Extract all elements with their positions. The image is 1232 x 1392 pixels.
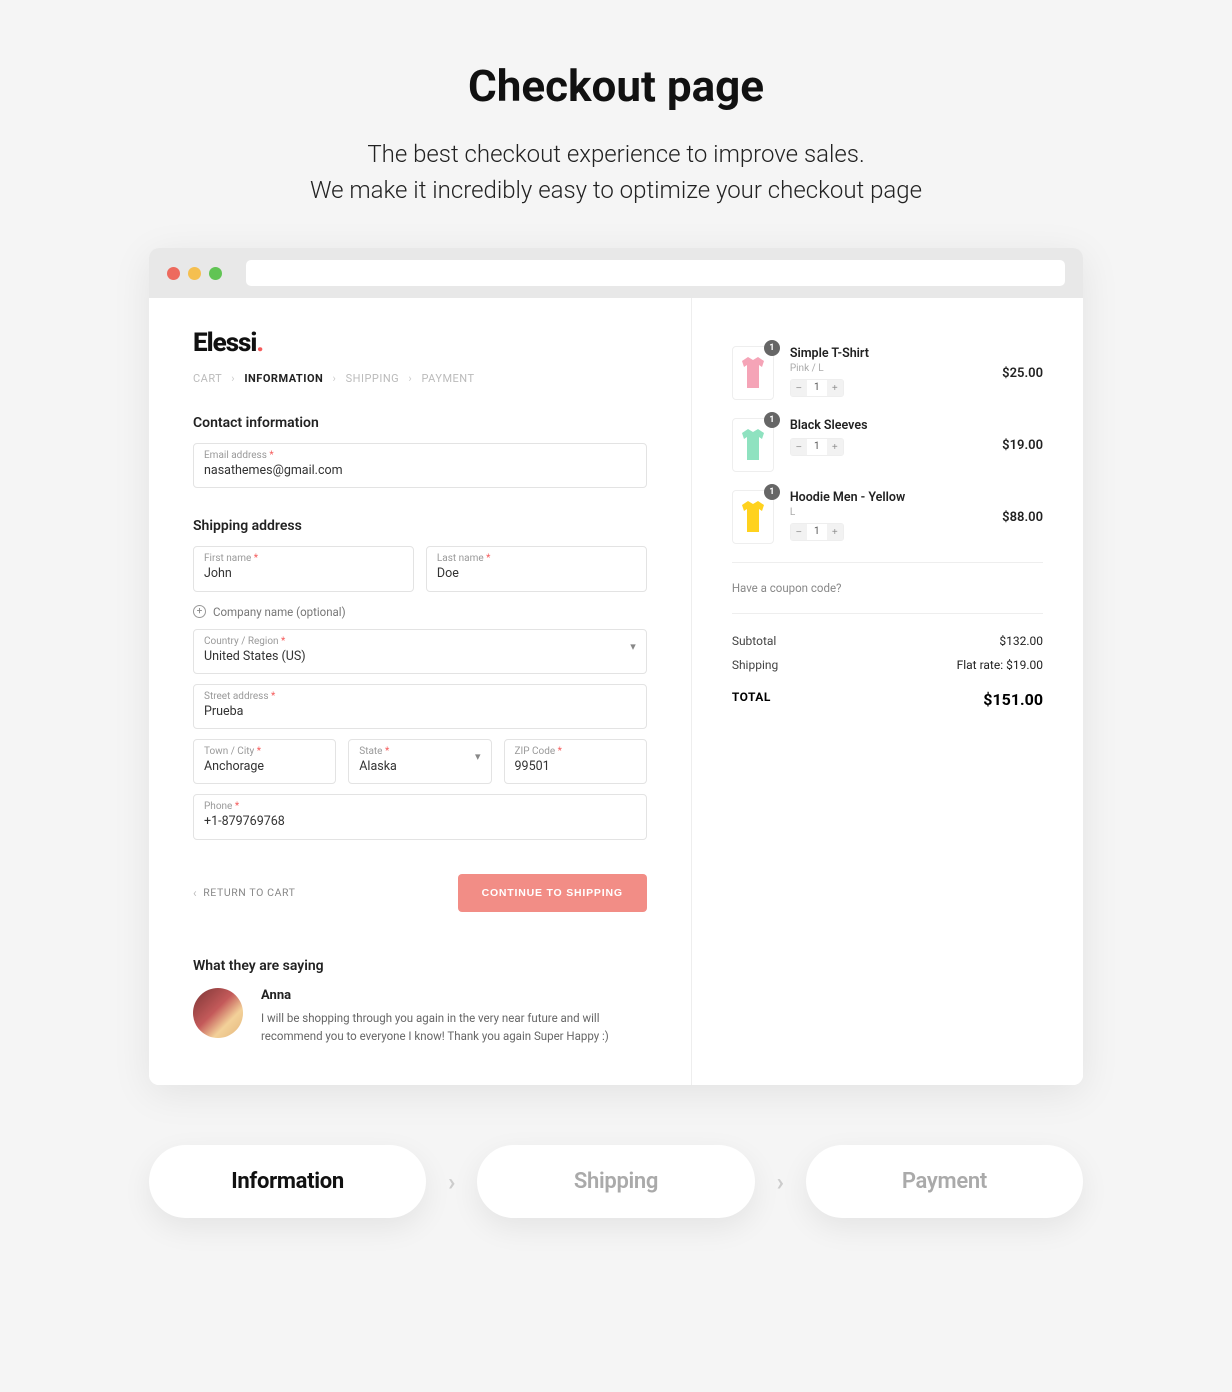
product-name: Simple T-Shirt — [790, 346, 986, 361]
quantity-badge: 1 — [764, 412, 780, 428]
browser-chrome — [149, 248, 1083, 298]
return-to-cart-link[interactable]: ‹ RETURN TO CART — [193, 886, 296, 900]
qty-plus-button[interactable]: + — [827, 524, 843, 540]
contact-heading: Contact information — [193, 415, 647, 431]
url-bar[interactable] — [246, 260, 1065, 286]
hero-title: Checkout page — [20, 60, 1212, 112]
qty-minus-button[interactable]: − — [791, 439, 807, 455]
browser-window: Elessi. CART › INFORMATION › SHIPPING › … — [149, 248, 1083, 1085]
breadcrumb: CART › INFORMATION › SHIPPING › PAYMENT — [193, 372, 647, 385]
qty-plus-button[interactable]: + — [827, 439, 843, 455]
qty-value: 1 — [807, 380, 827, 396]
crumb-payment[interactable]: PAYMENT — [421, 372, 474, 385]
maximize-dot-icon[interactable] — [209, 267, 222, 280]
shipping-heading: Shipping address — [193, 518, 647, 534]
chevron-right-icon: › — [231, 372, 235, 385]
product-thumb[interactable]: 1 — [732, 418, 774, 472]
cart-item: 1 Simple T-Shirt Pink / L − 1 + $25.00 — [732, 346, 1043, 400]
cart-item: 1 Black Sleeves − 1 + $19.00 — [732, 418, 1043, 472]
quantity-stepper[interactable]: − 1 + — [790, 379, 844, 397]
order-summary: 1 Simple T-Shirt Pink / L − 1 + $25.00 1… — [692, 298, 1083, 1085]
divider — [732, 562, 1043, 563]
quantity-badge: 1 — [764, 484, 780, 500]
total-value: $151.00 — [983, 690, 1043, 709]
brand-logo[interactable]: Elessi. — [193, 328, 647, 358]
cart-item: 1 Hoodie Men - Yellow L − 1 + $88.00 — [732, 490, 1043, 544]
state-select[interactable]: ▾ State * Alaska — [348, 739, 491, 784]
shipping-label: Shipping — [732, 658, 778, 672]
step-shipping[interactable]: Shipping — [477, 1145, 754, 1218]
chevron-down-icon: ▾ — [630, 640, 636, 653]
city-field[interactable]: Town / City * Anchorage — [193, 739, 336, 784]
product-name: Black Sleeves — [790, 418, 986, 433]
minimize-dot-icon[interactable] — [188, 267, 201, 280]
product-price: $25.00 — [1002, 366, 1043, 381]
company-toggle[interactable]: + Company name (optional) — [193, 605, 647, 619]
qty-minus-button[interactable]: − — [791, 380, 807, 396]
traffic-lights — [167, 267, 222, 280]
street-field[interactable]: Street address * Prueba — [193, 684, 647, 729]
email-field[interactable]: Email address * nasathemes@gmail.com — [193, 443, 647, 488]
crumb-information[interactable]: INFORMATION — [244, 372, 323, 385]
product-variant: Pink / L — [790, 363, 986, 374]
last-name-field[interactable]: Last name * Doe — [426, 546, 647, 591]
zip-field[interactable]: ZIP Code * 99501 — [504, 739, 647, 784]
chevron-right-icon: › — [333, 372, 337, 385]
chevron-right-icon: › — [408, 372, 412, 385]
subtotal-value: $132.00 — [999, 634, 1043, 648]
crumb-shipping[interactable]: SHIPPING — [346, 372, 400, 385]
quantity-stepper[interactable]: − 1 + — [790, 438, 844, 456]
qty-minus-button[interactable]: − — [791, 524, 807, 540]
qty-value: 1 — [807, 524, 827, 540]
product-thumb[interactable]: 1 — [732, 346, 774, 400]
step-payment[interactable]: Payment — [806, 1145, 1083, 1218]
product-variant: L — [790, 507, 986, 518]
chevron-right-icon: › — [448, 1168, 455, 1196]
testimonial-quote: I will be shopping through you again in … — [261, 1009, 647, 1046]
qty-plus-button[interactable]: + — [827, 380, 843, 396]
crumb-cart[interactable]: CART — [193, 372, 222, 385]
chevron-right-icon: › — [777, 1168, 784, 1196]
close-dot-icon[interactable] — [167, 267, 180, 280]
continue-button[interactable]: CONTINUE TO SHIPPING — [458, 874, 647, 912]
qty-value: 1 — [807, 439, 827, 455]
shipping-value: Flat rate: $19.00 — [957, 658, 1043, 672]
first-name-field[interactable]: First name * John — [193, 546, 414, 591]
plus-circle-icon: + — [193, 605, 206, 618]
product-name: Hoodie Men - Yellow — [790, 490, 986, 505]
subtotal-label: Subtotal — [732, 634, 777, 648]
chevron-left-icon: ‹ — [193, 886, 197, 900]
chevron-down-icon: ▾ — [475, 750, 481, 763]
divider — [732, 613, 1043, 614]
testimonial-heading: What they are saying — [193, 958, 647, 974]
product-thumb[interactable]: 1 — [732, 490, 774, 544]
total-label: TOTAL — [732, 690, 771, 709]
product-price: $19.00 — [1002, 438, 1043, 453]
testimonial-name: Anna — [261, 988, 647, 1003]
step-information[interactable]: Information — [149, 1145, 426, 1218]
avatar — [193, 988, 243, 1038]
coupon-link[interactable]: Have a coupon code? — [732, 581, 1043, 595]
country-select[interactable]: ▾ Country / Region * United States (US) — [193, 629, 647, 674]
quantity-stepper[interactable]: − 1 + — [790, 523, 844, 541]
quantity-badge: 1 — [764, 340, 780, 356]
hero-subtitle: The best checkout experience to improve … — [20, 136, 1212, 208]
phone-field[interactable]: Phone * +1-879769768 — [193, 794, 647, 839]
product-price: $88.00 — [1002, 510, 1043, 525]
